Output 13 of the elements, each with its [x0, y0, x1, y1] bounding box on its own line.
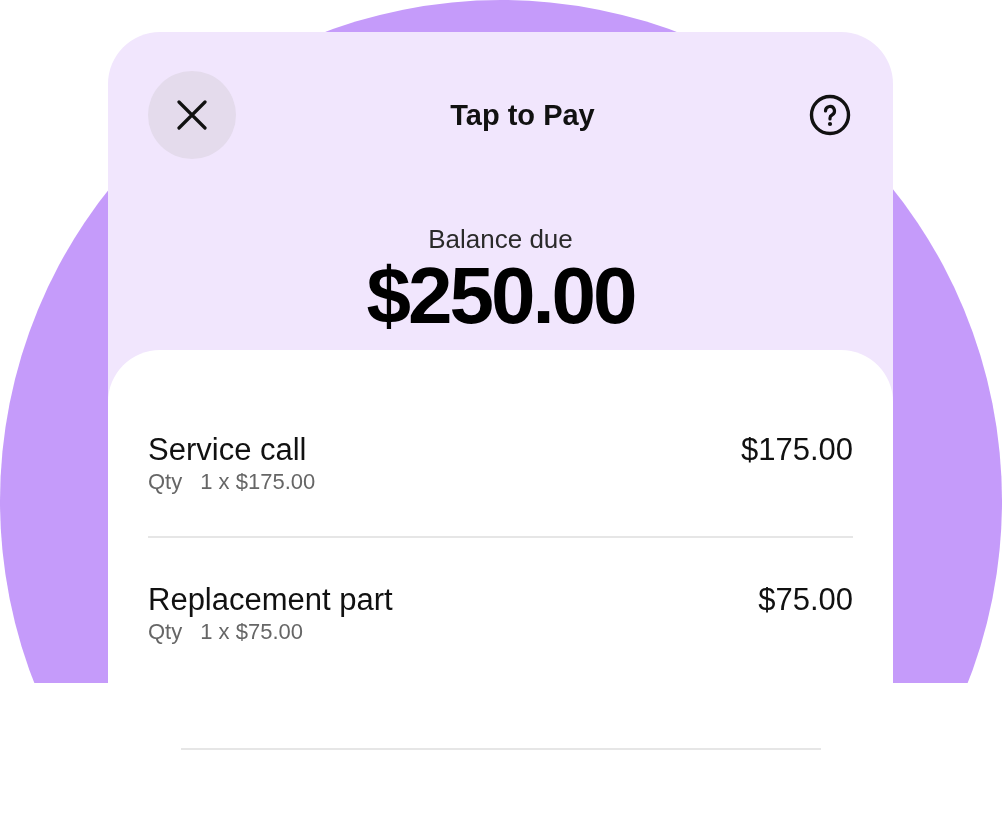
- item-quantity: 1 x $175.00: [200, 468, 316, 496]
- balance-label: Balance due: [428, 224, 573, 254]
- close-icon: [177, 100, 207, 130]
- item-name: Service call: [148, 432, 308, 468]
- qty-label: Qty: [148, 618, 183, 646]
- item-quantity: 1 x $75.00: [200, 618, 303, 646]
- item-name: Replacement part: [148, 582, 393, 618]
- screen-title: Tap to Pay: [450, 98, 595, 132]
- help-icon[interactable]: [809, 94, 851, 136]
- item-amount: $75.00: [758, 582, 853, 618]
- qty-label: Qty: [148, 468, 183, 496]
- balance-amount: $250.00: [366, 254, 635, 338]
- item-amount: $175.00: [740, 432, 853, 468]
